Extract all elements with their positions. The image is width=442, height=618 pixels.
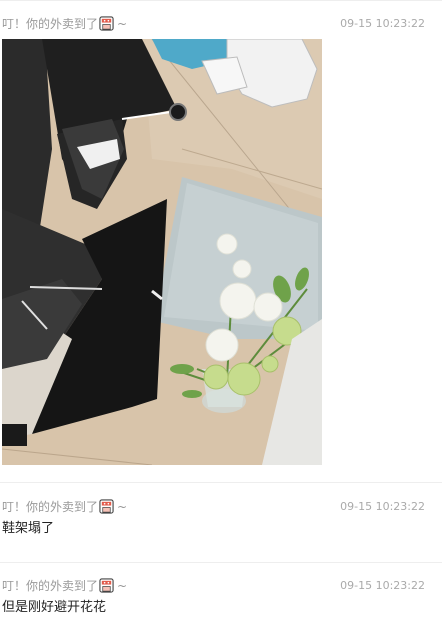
- takeout-box-icon: [99, 499, 114, 514]
- comment-item: 叮！你的外卖到了 ~ 09-15 10:23:22 但是刚好避开花花: [0, 576, 442, 615]
- comment-meta: 叮！你的外卖到了 ~ 09-15 10:23:22: [0, 14, 442, 34]
- author-tilde: ~: [117, 17, 128, 31]
- comment-time: 09-15 10:23:22: [340, 17, 425, 30]
- comment-divider: [0, 562, 442, 563]
- comment-time: 09-15 10:23:22: [340, 500, 425, 513]
- takeout-box-icon: [99, 578, 114, 593]
- author-name[interactable]: 叮！你的外卖到了: [2, 579, 98, 593]
- comment-text: 鞋架塌了: [2, 521, 55, 536]
- author-tilde: ~: [117, 500, 128, 514]
- comment-photo[interactable]: [2, 39, 322, 465]
- comment-text: 但是刚好避开花花: [2, 600, 107, 615]
- author-name[interactable]: 叮！你的外卖到了: [2, 500, 98, 514]
- comment-item: 叮！你的外卖到了 ~ 09-15 10:23:22 鞋架塌了: [0, 497, 442, 536]
- takeout-box-icon: [99, 16, 114, 31]
- comment-author[interactable]: 叮！你的外卖到了 ~: [2, 576, 127, 596]
- comment-divider: [0, 482, 442, 483]
- comment-item: 叮！你的外卖到了 ~ 09-15 10:23:22: [0, 14, 442, 34]
- comment-author[interactable]: 叮！你的外卖到了 ~: [2, 497, 127, 517]
- photo-shoe-rack-flowers: [2, 39, 322, 465]
- author-name[interactable]: 叮！你的外卖到了: [2, 17, 98, 31]
- top-divider: [0, 0, 442, 1]
- comment-meta: 叮！你的外卖到了 ~ 09-15 10:23:22: [0, 497, 442, 517]
- author-tilde: ~: [117, 579, 128, 593]
- comment-time: 09-15 10:23:22: [340, 579, 425, 592]
- comment-meta: 叮！你的外卖到了 ~ 09-15 10:23:22: [0, 576, 442, 596]
- comment-author[interactable]: 叮！你的外卖到了 ~: [2, 14, 127, 34]
